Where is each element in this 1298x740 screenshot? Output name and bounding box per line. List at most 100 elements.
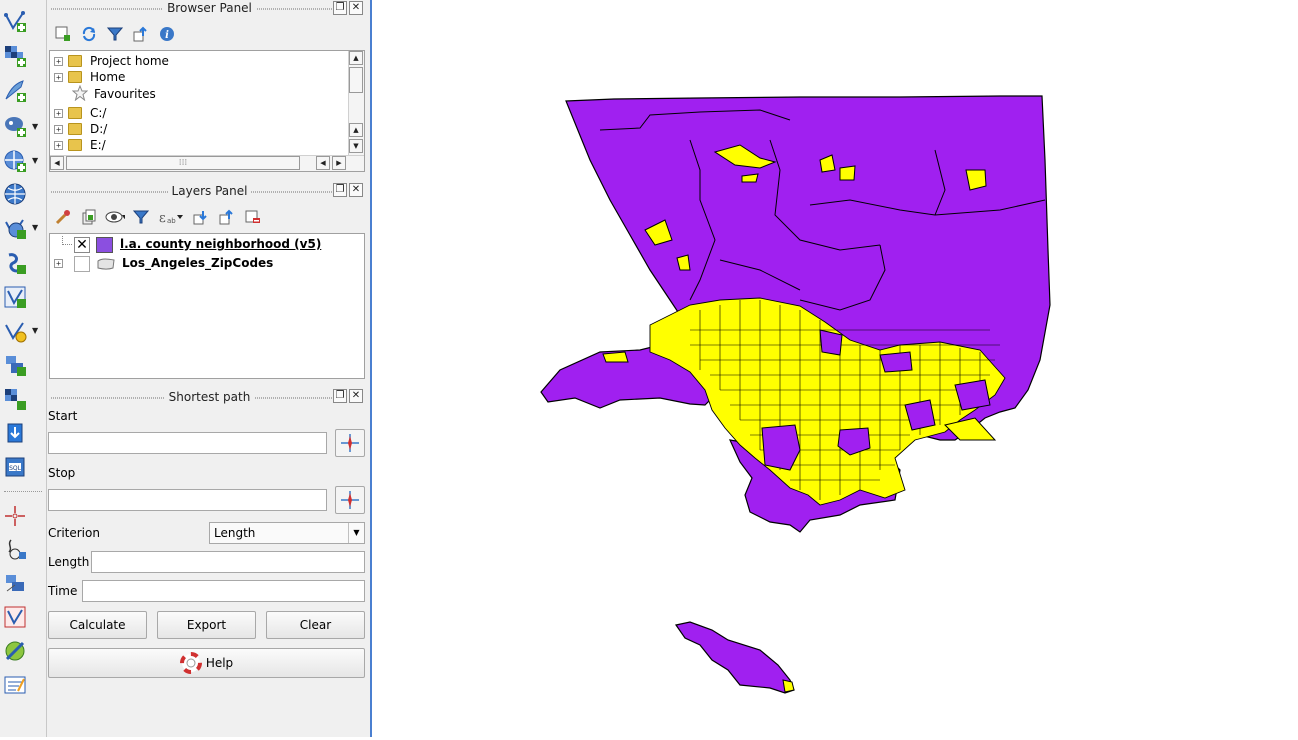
add-postgis-layer-icon[interactable]	[2, 113, 28, 139]
export-button[interactable]: Export	[157, 611, 256, 639]
scroll-left-button[interactable]: ◀	[50, 156, 64, 170]
layer-visibility-checkbox[interactable]	[74, 256, 90, 272]
expand-icon[interactable]: +	[54, 56, 63, 66]
expand-icon[interactable]: +	[54, 124, 63, 134]
map-canvas[interactable]	[374, 0, 1298, 737]
map-polygon-enclave[interactable]	[954, 379, 991, 411]
filter-icon[interactable]	[105, 24, 125, 44]
add-oracle-layer-icon[interactable]	[2, 352, 28, 378]
float-panel-button[interactable]: ❐	[333, 389, 347, 403]
add-wms-layer-icon[interactable]	[2, 148, 28, 174]
browser-item-home[interactable]: + Home	[54, 69, 125, 85]
add-raster-layer-icon[interactable]	[2, 43, 28, 69]
new-spatialite-layer-icon[interactable]	[2, 318, 28, 344]
layers-tree[interactable]: ✕ l.a. county neighborhood (v5) + Los_An…	[49, 233, 365, 379]
map-polygon-island[interactable]	[741, 173, 759, 183]
criterion-select[interactable]: Length ▼	[209, 522, 365, 544]
dropdown-arrow-icon[interactable]: ▼	[32, 327, 42, 335]
scroll-up-button[interactable]: ▲	[349, 51, 363, 65]
browser-item-c-drive[interactable]: + C:/	[54, 105, 106, 121]
capture-stop-point-button[interactable]	[335, 486, 365, 514]
layer-name[interactable]: l.a. county neighborhood (v5)	[120, 237, 321, 251]
add-vector-layer-icon[interactable]	[2, 8, 28, 34]
browser-item-d-drive[interactable]: + D:/	[54, 121, 107, 137]
style-manager-icon[interactable]	[53, 207, 73, 227]
browser-vertical-scrollbar[interactable]: ▲ ▲ ▼	[348, 51, 364, 155]
topology-checker-icon[interactable]	[2, 604, 28, 630]
filter-legend-icon[interactable]	[131, 207, 151, 227]
metasearch-icon[interactable]	[2, 672, 28, 698]
float-panel-button[interactable]: ❐	[333, 183, 347, 197]
close-panel-button[interactable]: ✕	[349, 183, 363, 197]
shortest-path-title-bar[interactable]: Shortest path	[47, 389, 372, 406]
stop-point-field[interactable]	[48, 489, 327, 511]
add-selected-layers-icon[interactable]	[53, 24, 73, 44]
map-polygon-island[interactable]	[965, 169, 987, 191]
browser-horizontal-scrollbar[interactable]: ◀ ⁞⁞⁞ ◀ ▶	[50, 155, 364, 171]
browser-panel-title-bar[interactable]: Browser Panel	[47, 0, 372, 17]
scroll-right-button[interactable]: ▶	[332, 156, 346, 170]
gps-tracking-icon[interactable]	[2, 537, 28, 563]
add-wfs-layer-icon[interactable]	[2, 181, 28, 207]
layer-name[interactable]: Los_Angeles_ZipCodes	[122, 256, 273, 270]
add-db2-layer-icon[interactable]	[2, 420, 28, 446]
add-spatialite-layer-icon[interactable]	[2, 250, 28, 276]
remove-layer-icon[interactable]	[243, 207, 263, 227]
scroll-down-button[interactable]: ▼	[349, 139, 363, 153]
layer-row[interactable]: ✕ l.a. county neighborhood (v5)	[50, 236, 364, 254]
map-polygon-island[interactable]	[676, 254, 691, 271]
dropdown-arrow-icon[interactable]: ▼	[32, 157, 42, 165]
add-wcs-layer-icon[interactable]	[2, 215, 28, 241]
chevron-down-icon[interactable]: ▼	[348, 523, 364, 543]
layers-panel-title-bar[interactable]: Layers Panel	[47, 183, 372, 200]
layer-symbol-swatch[interactable]	[96, 237, 113, 253]
collapse-all-icon[interactable]	[217, 207, 237, 227]
capture-start-point-button[interactable]	[335, 429, 365, 457]
scroll-left-button[interactable]: ◀	[316, 156, 330, 170]
map-polygon-island[interactable]	[839, 165, 856, 181]
map-polygon-catalina-island[interactable]	[674, 621, 795, 694]
dropdown-arrow-icon[interactable]: ▼	[32, 123, 42, 131]
start-point-field[interactable]	[48, 432, 327, 454]
browser-tree[interactable]: + Project home + Home Favourites + C:/ +…	[49, 50, 365, 172]
close-panel-button[interactable]: ✕	[349, 1, 363, 15]
dropdown-arrow-icon[interactable]: ▼	[32, 224, 42, 232]
time-result-field[interactable]	[82, 580, 365, 602]
georeferencer-icon[interactable]	[2, 638, 28, 664]
layer-visibility-checkbox[interactable]: ✕	[74, 237, 90, 253]
add-virtual-layer-icon[interactable]: SQL	[2, 454, 28, 480]
add-mssql-layer-icon[interactable]	[2, 386, 28, 412]
expand-icon[interactable]: +	[54, 140, 63, 150]
add-group-icon[interactable]	[79, 207, 99, 227]
map-polygon-enclave[interactable]	[879, 351, 913, 373]
browser-item-favourites[interactable]: Favourites	[71, 84, 156, 102]
length-result-field[interactable]	[91, 551, 365, 573]
calculate-button[interactable]: Calculate	[48, 611, 147, 639]
new-shapefile-layer-icon[interactable]	[2, 284, 28, 310]
scroll-thumb[interactable]	[349, 67, 363, 93]
map-polygon-island[interactable]	[602, 351, 629, 363]
map-polygon-catalina-yellow[interactable]	[782, 679, 795, 693]
visibility-eye-icon[interactable]	[105, 207, 125, 227]
browser-item-project-home[interactable]: + Project home	[54, 53, 169, 69]
scroll-thumb[interactable]: ⁞⁞⁞	[66, 156, 300, 170]
road-graph-icon[interactable]	[2, 570, 28, 596]
layer-row[interactable]: + Los_Angeles_ZipCodes	[50, 255, 364, 273]
refresh-icon[interactable]	[79, 24, 99, 44]
browser-item-e-drive[interactable]: + E:/	[54, 137, 106, 153]
clear-button[interactable]: Clear	[266, 611, 365, 639]
expand-icon[interactable]: +	[54, 108, 63, 118]
filter-expression-icon[interactable]: ε ab	[157, 207, 185, 227]
expand-icon[interactable]: +	[54, 259, 63, 268]
close-panel-button[interactable]: ✕	[349, 389, 363, 403]
help-button[interactable]: Help	[48, 648, 365, 678]
scroll-up-button[interactable]: ▲	[349, 123, 363, 137]
map-polygon-enclave[interactable]	[819, 329, 843, 356]
info-icon[interactable]: i	[157, 24, 177, 44]
la-county-map[interactable]	[374, 0, 1298, 737]
float-panel-button[interactable]: ❐	[333, 1, 347, 15]
add-delimited-text-icon[interactable]	[2, 78, 28, 104]
collapse-all-icon[interactable]	[131, 24, 151, 44]
expand-all-icon[interactable]	[191, 207, 211, 227]
expand-icon[interactable]: +	[54, 72, 63, 82]
